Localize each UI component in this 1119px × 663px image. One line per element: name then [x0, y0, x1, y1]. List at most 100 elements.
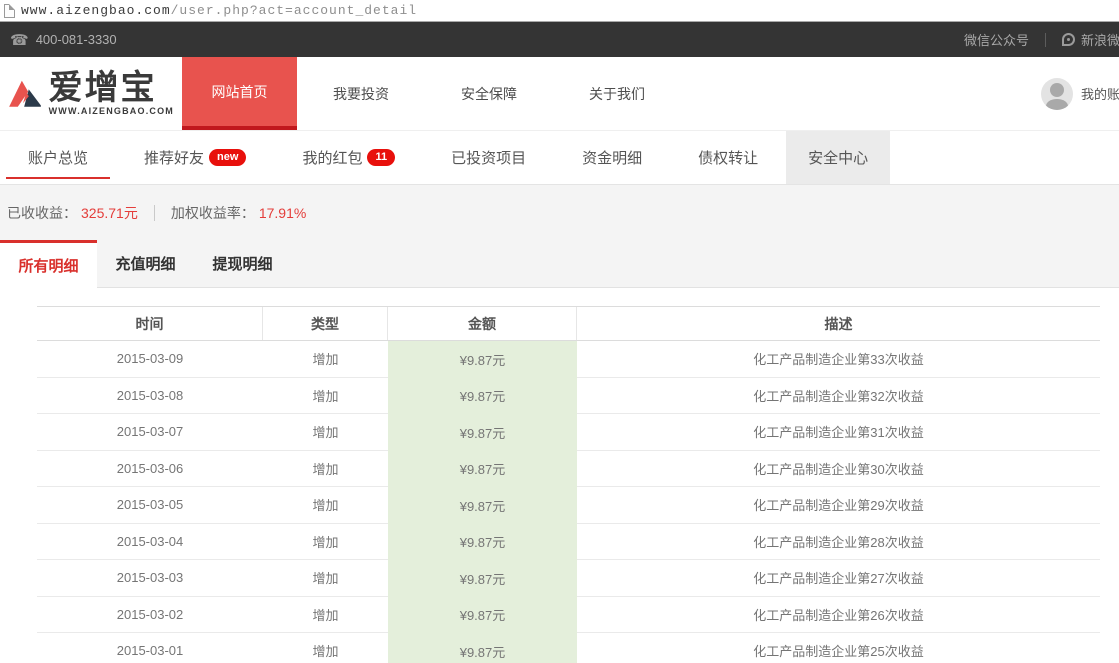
- page: www.aizengbao.com/user.php?act=account_d…: [0, 0, 1119, 663]
- tab-recharge-details[interactable]: 充值明细: [97, 240, 194, 287]
- main-header: 爱增宝 WWW.AIZENGBAO.COM 网站首页 我要投资 安全保障 关于我…: [0, 57, 1119, 130]
- subnav-item-security-center[interactable]: 安全中心: [786, 131, 890, 184]
- earned-income-label: 已收收益：: [7, 203, 77, 223]
- cell-amount: ¥9.87元: [388, 597, 577, 634]
- logo-text-block: 爱增宝 WWW.AIZENGBAO.COM: [49, 71, 174, 116]
- transactions-table: 时间 类型 金额 描述 2015-03-09 增加 ¥9.87元 化工产品制造企…: [37, 306, 1100, 663]
- my-account[interactable]: 我的账户: [1041, 57, 1119, 130]
- cell-type: 增加: [263, 378, 388, 415]
- cell-time: 2015-03-08: [37, 378, 263, 415]
- table-row: 2015-03-05 增加 ¥9.87元 化工产品制造企业第29次收益: [37, 487, 1100, 524]
- content-area: 时间 类型 金额 描述 2015-03-09 增加 ¥9.87元 化工产品制造企…: [0, 288, 1119, 663]
- wechat-link[interactable]: 微信公众号: [964, 30, 1029, 49]
- table-row: 2015-03-01 增加 ¥9.87元 化工产品制造企业第25次收益: [37, 633, 1100, 663]
- cell-type: 增加: [263, 633, 388, 663]
- subnav-item-fund-details[interactable]: 资金明细: [568, 131, 656, 184]
- tab-withdraw-details[interactable]: 提现明细: [194, 240, 291, 287]
- logo-subtext: WWW.AIZENGBAO.COM: [49, 107, 174, 116]
- site-logo[interactable]: 爱增宝 WWW.AIZENGBAO.COM: [0, 68, 174, 120]
- col-header-amount: 金额: [388, 307, 577, 340]
- cell-time: 2015-03-04: [37, 524, 263, 561]
- cell-description: 化工产品制造企业第25次收益: [577, 633, 1100, 663]
- cell-type: 增加: [263, 414, 388, 451]
- nav-item-security[interactable]: 安全保障: [451, 84, 527, 104]
- subnav-label: 安全中心: [808, 147, 868, 168]
- cell-time: 2015-03-06: [37, 451, 263, 488]
- table-row: 2015-03-03 增加 ¥9.87元 化工产品制造企业第27次收益: [37, 560, 1100, 597]
- table-row: 2015-03-02 增加 ¥9.87元 化工产品制造企业第26次收益: [37, 597, 1100, 634]
- url-domain: www.aizengbao.com: [21, 3, 171, 18]
- subnav-item-overview[interactable]: 账户总览: [14, 131, 102, 184]
- table-row: 2015-03-09 增加 ¥9.87元 化工产品制造企业第33次收益: [37, 341, 1100, 378]
- cell-time: 2015-03-09: [37, 341, 263, 378]
- cell-amount: ¥9.87元: [388, 378, 577, 415]
- subnav-item-debt-transfer[interactable]: 债权转让: [684, 131, 772, 184]
- cell-type: 增加: [263, 524, 388, 561]
- top-bar: ☎ 400-081-3330 微信公众号 新浪微博: [0, 22, 1119, 57]
- weibo-link[interactable]: 新浪微博: [1081, 30, 1119, 49]
- stats-section: 已收收益： 325.71元 加权收益率： 17.91% 所有明细 充值明细 提现…: [0, 185, 1119, 288]
- weighted-rate-value: 17.91%: [259, 205, 306, 221]
- cell-time: 2015-03-07: [37, 414, 263, 451]
- subnav-item-redpacket[interactable]: 我的红包 11: [288, 131, 409, 184]
- cell-description: 化工产品制造企业第27次收益: [577, 560, 1100, 597]
- new-badge: new: [209, 149, 246, 165]
- subnav-label: 我的红包: [302, 147, 362, 168]
- table-row: 2015-03-04 增加 ¥9.87元 化工产品制造企业第28次收益: [37, 524, 1100, 561]
- cell-time: 2015-03-02: [37, 597, 263, 634]
- cell-amount: ¥9.87元: [388, 414, 577, 451]
- table-body: 2015-03-09 增加 ¥9.87元 化工产品制造企业第33次收益 2015…: [37, 341, 1100, 663]
- cell-amount: ¥9.87元: [388, 633, 577, 663]
- col-header-type: 类型: [263, 307, 388, 340]
- page-icon: [4, 4, 15, 18]
- phone-icon: ☎: [10, 31, 29, 49]
- weibo-icon: [1062, 33, 1075, 46]
- phone-number: 400-081-3330: [36, 32, 117, 47]
- logo-text: 爱增宝: [49, 71, 174, 105]
- cell-description: 化工产品制造企业第30次收益: [577, 451, 1100, 488]
- col-header-description: 描述: [577, 307, 1100, 340]
- subnav-label: 推荐好友: [144, 147, 204, 168]
- cell-description: 化工产品制造企业第33次收益: [577, 341, 1100, 378]
- cell-type: 增加: [263, 487, 388, 524]
- phone-block: ☎ 400-081-3330: [0, 31, 117, 49]
- subnav-item-invested-projects[interactable]: 已投资项目: [437, 131, 540, 184]
- tab-all-details[interactable]: 所有明细: [0, 240, 97, 288]
- cell-time: 2015-03-05: [37, 487, 263, 524]
- detail-tabs: 所有明细 充值明细 提现明细: [0, 240, 1119, 288]
- subnav-item-referral[interactable]: 推荐好友 new: [130, 131, 260, 184]
- cell-description: 化工产品制造企业第29次收益: [577, 487, 1100, 524]
- cell-type: 增加: [263, 597, 388, 634]
- nav-item-about[interactable]: 关于我们: [579, 84, 655, 104]
- url-path: /user.php?act=account_detail: [171, 3, 417, 18]
- account-label: 我的账户: [1081, 84, 1119, 103]
- divider: [154, 205, 155, 221]
- avatar: [1041, 78, 1073, 110]
- nav-item-invest[interactable]: 我要投资: [323, 84, 399, 104]
- cell-description: 化工产品制造企业第28次收益: [577, 524, 1100, 561]
- browser-url-bar[interactable]: www.aizengbao.com/user.php?act=account_d…: [0, 0, 1119, 22]
- cell-amount: ¥9.87元: [388, 487, 577, 524]
- cell-amount: ¥9.87元: [388, 341, 577, 378]
- table-row: 2015-03-08 增加 ¥9.87元 化工产品制造企业第32次收益: [37, 378, 1100, 415]
- nav-item-home[interactable]: 网站首页: [182, 57, 297, 130]
- topbar-social: 微信公众号 新浪微博: [964, 22, 1119, 57]
- cell-time: 2015-03-03: [37, 560, 263, 597]
- subnav-label: 债权转让: [698, 147, 758, 168]
- divider: [1045, 33, 1046, 47]
- subnav-label: 账户总览: [28, 147, 88, 168]
- account-subnav: 账户总览 推荐好友 new 我的红包 11 已投资项目 资金明细 债权转让 安全…: [0, 130, 1119, 185]
- weighted-rate-label: 加权收益率：: [171, 203, 255, 223]
- cell-type: 增加: [263, 451, 388, 488]
- cell-type: 增加: [263, 341, 388, 378]
- earned-income-value: 325.71元: [81, 203, 138, 223]
- logo-icon: [8, 68, 43, 120]
- cell-time: 2015-03-01: [37, 633, 263, 663]
- col-header-time: 时间: [37, 307, 263, 340]
- cell-amount: ¥9.87元: [388, 560, 577, 597]
- count-badge: 11: [367, 149, 395, 165]
- table-row: 2015-03-06 增加 ¥9.87元 化工产品制造企业第30次收益: [37, 451, 1100, 488]
- subnav-label: 资金明细: [582, 147, 642, 168]
- url-text[interactable]: www.aizengbao.com/user.php?act=account_d…: [21, 3, 417, 18]
- cell-description: 化工产品制造企业第26次收益: [577, 597, 1100, 634]
